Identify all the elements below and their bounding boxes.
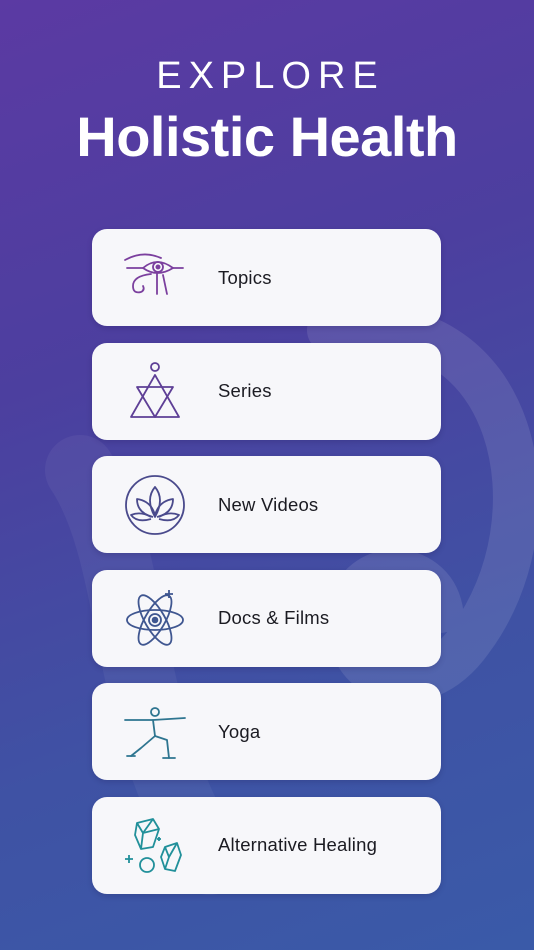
page-title: Holistic Health	[76, 105, 458, 168]
menu-item-docs-films[interactable]: Docs & Films	[92, 569, 441, 667]
menu-item-yoga[interactable]: Yoga	[92, 683, 441, 780]
menu-item-topics[interactable]: Topics	[92, 229, 441, 326]
yoga-pose-icon	[92, 683, 218, 780]
crystals-icon	[92, 797, 218, 894]
header: EXPLORE Holistic Health	[0, 52, 534, 170]
menu-item-label: New Videos	[218, 493, 319, 515]
menu-item-label: Series	[218, 380, 272, 401]
explore-menu: Topics Series New Videos Docs & Films Yo…	[92, 229, 441, 910]
menu-item-alternative-healing[interactable]: Alternative Healing	[92, 796, 441, 894]
triangles-icon	[92, 343, 218, 440]
header-eyebrow: EXPLORE	[156, 55, 385, 97]
menu-item-label: Topics	[218, 266, 272, 288]
menu-item-label: Alternative Healing	[218, 834, 378, 855]
menu-item-label: Docs & Films	[218, 607, 330, 628]
menu-item-label: Yoga	[218, 720, 261, 742]
eye-of-horus-icon	[92, 229, 218, 326]
menu-item-new-videos[interactable]: New Videos	[92, 456, 441, 553]
menu-item-series[interactable]: Series	[92, 342, 441, 440]
lotus-icon	[92, 456, 218, 553]
atom-eye-icon	[92, 570, 218, 667]
